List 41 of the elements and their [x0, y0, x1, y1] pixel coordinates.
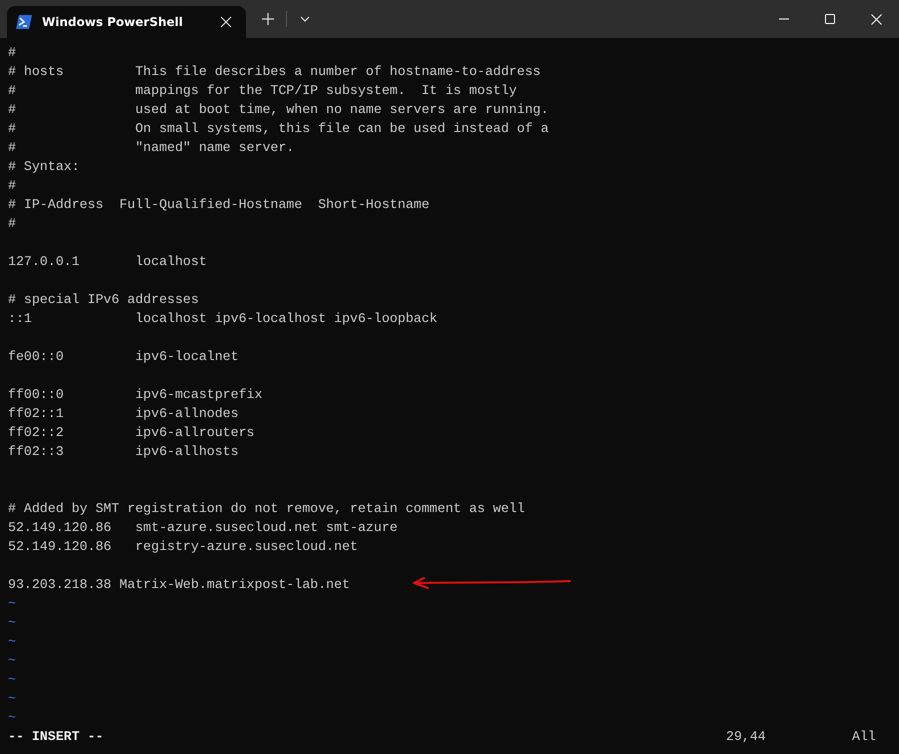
code-line: fe00::0 ipv6-localnet: [8, 348, 239, 366]
code-line: # IP-Address Full-Qualified-Hostname Short-Hostname: [8, 196, 430, 214]
code-line: ::1 localhost ipv6-localhost ipv6-loopback: [8, 310, 438, 328]
code-line: # Added by SMT registration do not remove, retain comment as well: [8, 500, 525, 518]
tab-title: Windows PowerShell: [42, 15, 184, 29]
code-line: # mappings for the TCP/IP subsystem. It is mostly: [8, 82, 517, 100]
code-line: # hosts This file describes a number of hostname-to-address: [8, 63, 541, 81]
code-line: # special IPv6 addresses: [8, 291, 199, 309]
mode-indicator: -- INSERT --: [8, 728, 104, 746]
cursor-position: 29,44: [726, 728, 767, 746]
powershell-icon: [16, 15, 32, 29]
empty-line-marker: ~: [8, 709, 16, 727]
code-line: # On small systems, this file can be used instead of a: [8, 120, 549, 138]
code-line: ff02::2 ipv6-allrouters: [8, 424, 254, 442]
code-line: # "named" name server.: [8, 139, 294, 157]
chevron-icon: [300, 16, 310, 22]
code-line: #: [8, 215, 16, 233]
code-line: # used at boot time, when no name servers are running.: [8, 101, 549, 119]
empty-line-marker: ~: [8, 671, 16, 689]
close-icon: [220, 16, 232, 28]
code-line: 52.149.120.86 smt-azure.susecloud.net smt-azure: [8, 519, 398, 537]
plus-icon: [262, 13, 274, 25]
empty-line-marker: ~: [8, 652, 16, 670]
empty-line-marker: ~: [8, 633, 16, 651]
code-line: #: [8, 44, 16, 62]
scroll-position: All: [852, 728, 877, 746]
code-line: #: [8, 177, 16, 195]
code-line: 52.149.120.86 registry-azure.susecloud.net: [8, 538, 358, 556]
empty-line-marker: ~: [8, 595, 16, 613]
code-line: ff02::1 ipv6-allnodes: [8, 405, 239, 423]
empty-line-marker: ~: [8, 690, 16, 708]
maximize-icon: [825, 14, 835, 24]
empty-line-marker: ~: [8, 614, 16, 632]
code-line: # Syntax:: [8, 158, 80, 176]
code-line: ff00::0 ipv6-mcastprefix: [8, 386, 262, 404]
close-icon: [870, 14, 882, 24]
minimize-icon: [779, 18, 789, 20]
terminal-tab[interactable]: Windows PowerShell: [7, 6, 246, 38]
code-line: ff02::3 ipv6-allhosts: [8, 443, 239, 461]
code-line: 127.0.0.1 localhost: [8, 253, 207, 271]
code-line: 93.203.218.38 Matrix-Web.matrixpost-lab.net: [8, 576, 350, 594]
